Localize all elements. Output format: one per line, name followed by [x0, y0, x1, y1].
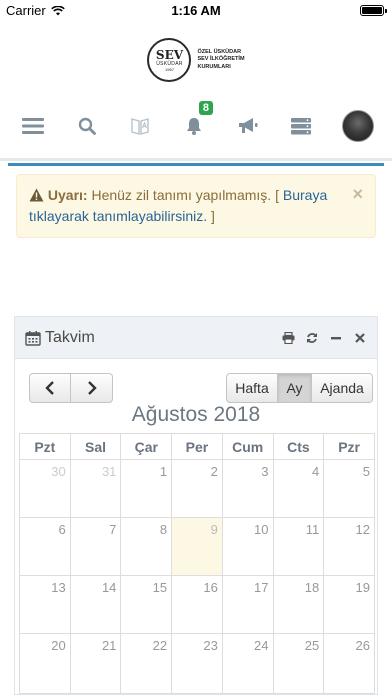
header-divider — [0, 158, 392, 161]
main-content: Uyarı: Henüz zil tanımı yapılmamış. [ Bu… — [8, 163, 384, 696]
avatar[interactable] — [341, 110, 374, 142]
day-cell[interactable]: 6 — [19, 517, 71, 576]
prev-month-button[interactable] — [29, 373, 71, 403]
day-cell[interactable]: 11 — [272, 517, 325, 576]
chevron-right-icon — [87, 381, 97, 395]
day-cell[interactable]: 25 — [272, 633, 325, 694]
close-icon[interactable]: × — [352, 181, 363, 208]
weekday-header: Cts — [272, 433, 325, 460]
day-cell[interactable]: 10 — [221, 517, 274, 576]
weekday-header: Pzr — [323, 433, 375, 460]
day-cell[interactable]: 5 — [323, 459, 375, 518]
week-row: 6 7 8 9 10 11 12 — [19, 517, 375, 576]
view-agenda-button[interactable]: Ajanda — [312, 373, 373, 403]
chevron-left-icon — [45, 381, 54, 395]
day-cell[interactable]: 13 — [19, 575, 71, 634]
close-portlet-icon[interactable] — [353, 331, 367, 345]
portlet-header: Takvim — [15, 317, 377, 359]
weekday-header: Sal — [69, 433, 122, 460]
day-cell[interactable]: 20 — [19, 633, 71, 694]
day-cell[interactable]: 2 — [171, 459, 223, 518]
warning-icon — [29, 188, 44, 202]
day-cell[interactable]: 19 — [323, 575, 375, 634]
book-icon[interactable] — [127, 113, 153, 139]
minimize-icon[interactable] — [329, 331, 343, 345]
status-bar: Carrier 1:16 AM — [0, 0, 392, 22]
logo-mark-text: SEV — [155, 47, 184, 62]
alert-end: ] — [207, 208, 215, 224]
day-cell[interactable]: 12 — [323, 517, 375, 576]
weekday-header: Cum — [221, 433, 274, 460]
day-cell[interactable]: 3 — [221, 459, 274, 518]
day-cell[interactable]: 4 — [272, 459, 325, 518]
day-cell[interactable]: 1 — [120, 459, 173, 518]
view-week-button[interactable]: Hafta — [226, 373, 278, 403]
day-cell-today[interactable]: 9 — [171, 517, 223, 576]
view-month-button[interactable]: Ay — [278, 373, 312, 403]
day-cell[interactable]: 17 — [221, 575, 274, 634]
day-cell[interactable]: 7 — [69, 517, 122, 576]
calendar-icon — [25, 330, 41, 346]
day-cell[interactable]: 24 — [221, 633, 274, 694]
weekday-header: Per — [171, 433, 223, 460]
warning-alert: Uyarı: Henüz zil tanımı yapılmamış. [ Bu… — [16, 174, 376, 238]
bell-icon[interactable]: 8 — [181, 101, 213, 139]
month-grid: Pzt Sal Çar Per Cum Cts Pzr 30 31 1 2 3 … — [19, 433, 375, 694]
logo-mark: SEV ÜSKÜDAR 1967 — [147, 38, 192, 82]
portlet-title: Takvim — [25, 329, 95, 347]
month-nav-group — [29, 373, 113, 403]
week-row: 30 31 1 2 3 4 5 — [19, 459, 375, 518]
day-cell[interactable]: 23 — [171, 633, 223, 694]
day-cell[interactable]: 22 — [120, 633, 173, 694]
day-cell[interactable]: 15 — [120, 575, 173, 634]
day-cell[interactable]: 14 — [69, 575, 122, 634]
week-row: 13 14 15 16 17 18 19 — [19, 575, 375, 634]
logo-mark-sub: ÜSKÜDAR — [156, 60, 183, 67]
logo-line-2: SEV İLKÖĞRETİM — [197, 56, 245, 63]
portlet-tools — [281, 331, 367, 345]
calendar-portlet: Takvim Hafta Ay Ajanda Ağustos 2018 Pzt … — [14, 316, 378, 695]
notification-badge: 8 — [198, 101, 213, 115]
day-cell[interactable]: 18 — [272, 575, 325, 634]
weekday-header-row: Pzt Sal Çar Per Cum Cts Pzr — [19, 433, 375, 460]
day-cell[interactable]: 31 — [69, 459, 122, 518]
weekday-header: Çar — [120, 433, 173, 460]
logo-mark-year: 1967 — [165, 66, 174, 72]
battery-icon — [360, 5, 387, 16]
print-icon[interactable] — [281, 331, 295, 345]
view-switcher: Hafta Ay Ajanda — [226, 373, 373, 403]
portlet-title-text: Takvim — [45, 328, 95, 346]
week-row: 20 21 22 23 24 25 26 — [19, 633, 375, 694]
logo-text: ÖZEL ÜSKÜDAR SEV İLKÖĞRETİM KURUMLARI — [197, 49, 244, 71]
search-icon[interactable] — [74, 113, 100, 139]
top-nav: 8 — [0, 98, 392, 154]
menu-icon[interactable] — [20, 113, 46, 139]
alert-message: Henüz zil tanımı yapılmamış. [ — [87, 187, 283, 203]
status-time: 1:16 AM — [171, 3, 221, 18]
calendar-body: Hafta Ay Ajanda Ağustos 2018 Pzt Sal Çar… — [15, 359, 377, 694]
logo-line-3: KURUMLARI — [197, 63, 231, 70]
day-cell[interactable]: 26 — [323, 633, 375, 694]
megaphone-icon[interactable] — [235, 113, 261, 139]
server-icon[interactable] — [288, 113, 314, 139]
next-month-button[interactable] — [71, 373, 113, 403]
alert-label: Uyarı: — [47, 187, 88, 203]
day-cell[interactable]: 30 — [19, 459, 71, 518]
school-logo[interactable]: SEV ÜSKÜDAR 1967 ÖZEL ÜSKÜDAR SEV İLKÖĞR… — [0, 22, 392, 98]
refresh-icon[interactable] — [305, 331, 319, 345]
day-cell[interactable]: 8 — [120, 517, 173, 576]
day-cell[interactable]: 21 — [69, 633, 122, 694]
weekday-header: Pzt — [19, 433, 71, 460]
calendar-toolbar: Hafta Ay Ajanda — [19, 373, 373, 405]
day-cell[interactable]: 16 — [171, 575, 223, 634]
